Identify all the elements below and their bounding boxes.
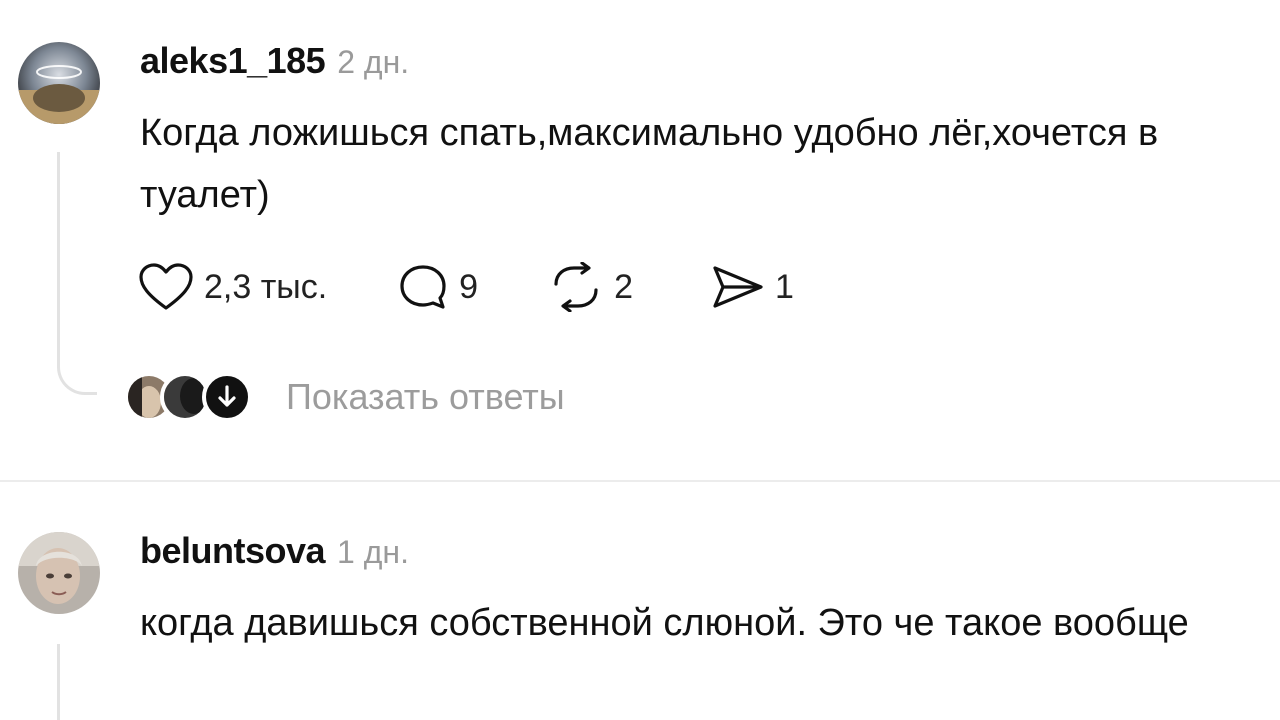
timestamp: 2 дн. [337, 44, 410, 80]
show-replies-label[interactable]: Показать ответы [286, 376, 565, 418]
divider [0, 480, 1280, 482]
share-button[interactable]: 1 [709, 262, 794, 312]
repost-icon [554, 262, 598, 312]
reply-count: 9 [459, 267, 479, 306]
speech-bubble-icon [400, 265, 446, 309]
avatar[interactable] [18, 42, 100, 124]
comment-text: когда давишься собственной слюной. Это ч… [140, 602, 1189, 644]
thread-line [57, 644, 60, 720]
comment-header: aleks1_185 2 дн. [140, 40, 409, 82]
username[interactable]: aleks1_185 [140, 40, 326, 82]
like-button[interactable]: 2,3 тыс. [138, 262, 327, 312]
repost-count: 2 [614, 267, 634, 306]
comment-text: Когда ложишься спать,максимально удобно … [140, 112, 1159, 216]
thread-line [57, 152, 60, 362]
reply-button[interactable]: 9 [397, 262, 478, 312]
comment-header: beluntsova 1 дн. [140, 530, 409, 572]
heart-icon [139, 263, 193, 310]
send-icon [713, 266, 763, 308]
arrow-down-icon [218, 385, 236, 407]
avatar[interactable] [18, 532, 100, 614]
username[interactable]: beluntsova [140, 530, 326, 572]
like-count: 2,3 тыс. [204, 267, 328, 306]
timestamp: 1 дн. [337, 534, 409, 570]
show-replies-expand [202, 372, 252, 422]
repost-button[interactable]: 2 [548, 262, 633, 312]
share-count: 1 [775, 267, 794, 306]
show-replies-row[interactable]: Показать ответы [124, 372, 684, 422]
thread-connector [57, 355, 97, 395]
action-bar: 2,3 тыс. 9 2 1 [138, 262, 794, 312]
